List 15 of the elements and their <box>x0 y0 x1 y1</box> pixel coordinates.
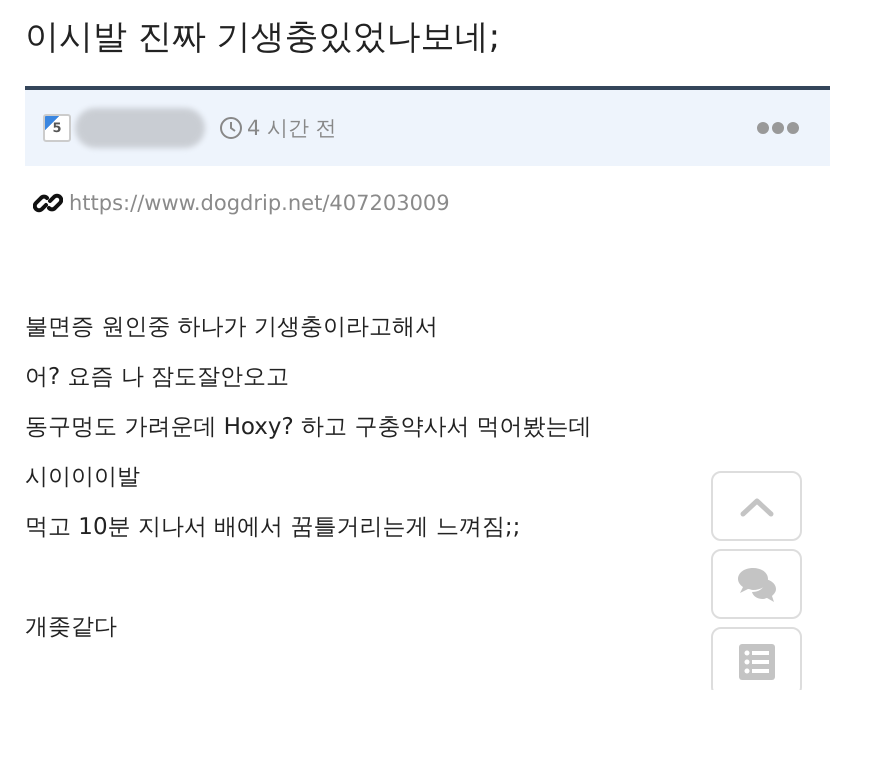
body-text-line: 동구멍도 가려운데 Hoxy? 하고 구충약사서 먹어봤는데 <box>25 413 592 442</box>
body-text-line: 시이이이발 <box>25 463 140 492</box>
body-text-line: 불면증 원인중 하나가 기생충이라고해서 <box>25 313 438 342</box>
level-badge: 5 <box>43 114 71 142</box>
body-text-line: 어? 요즘 나 잠도잘안오고 <box>25 363 290 392</box>
body-text-line: 먹고 10분 지나서 배에서 꿈틀거리는게 느껴짐;; <box>25 513 520 542</box>
comments-button[interactable] <box>711 549 802 619</box>
more-options-icon[interactable] <box>756 121 800 135</box>
clock-icon <box>219 116 243 140</box>
post-url-link[interactable]: https://www.dogdrip.net/407203009 <box>69 191 450 215</box>
scroll-top-button[interactable] <box>711 471 802 541</box>
post-title: 이시발 진짜 기생충있었나보네; <box>25 16 502 59</box>
body-text-line: 개좆같다 <box>25 613 117 642</box>
list-button[interactable] <box>711 627 802 690</box>
post-time: 4 시간 전 <box>247 115 337 142</box>
